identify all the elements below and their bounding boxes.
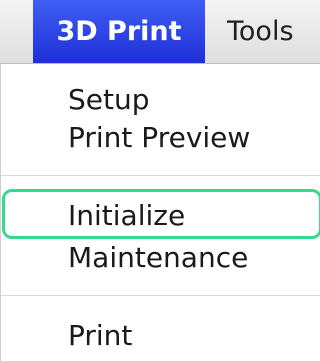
menu-item-maintenance[interactable]: Maintenance xyxy=(68,240,248,276)
screen: 3D Print Tools Setup Print Preview Initi… xyxy=(0,0,320,361)
menu-separator-2 xyxy=(1,295,320,296)
menu-bar: 3D Print Tools xyxy=(0,0,320,64)
menu-3d-print[interactable]: 3D Print xyxy=(33,0,205,63)
menu-item-initialize[interactable]: Initialize xyxy=(68,198,185,234)
menu-separator-1 xyxy=(1,175,320,176)
menu-item-print[interactable]: Print xyxy=(68,318,132,354)
menu-item-print-preview[interactable]: Print Preview xyxy=(68,120,250,156)
menu-item-setup[interactable]: Setup xyxy=(68,82,150,118)
menu-tools[interactable]: Tools xyxy=(205,0,320,63)
3d-print-dropdown-menu: Setup Print Preview Initialize Maintenan… xyxy=(0,64,320,361)
